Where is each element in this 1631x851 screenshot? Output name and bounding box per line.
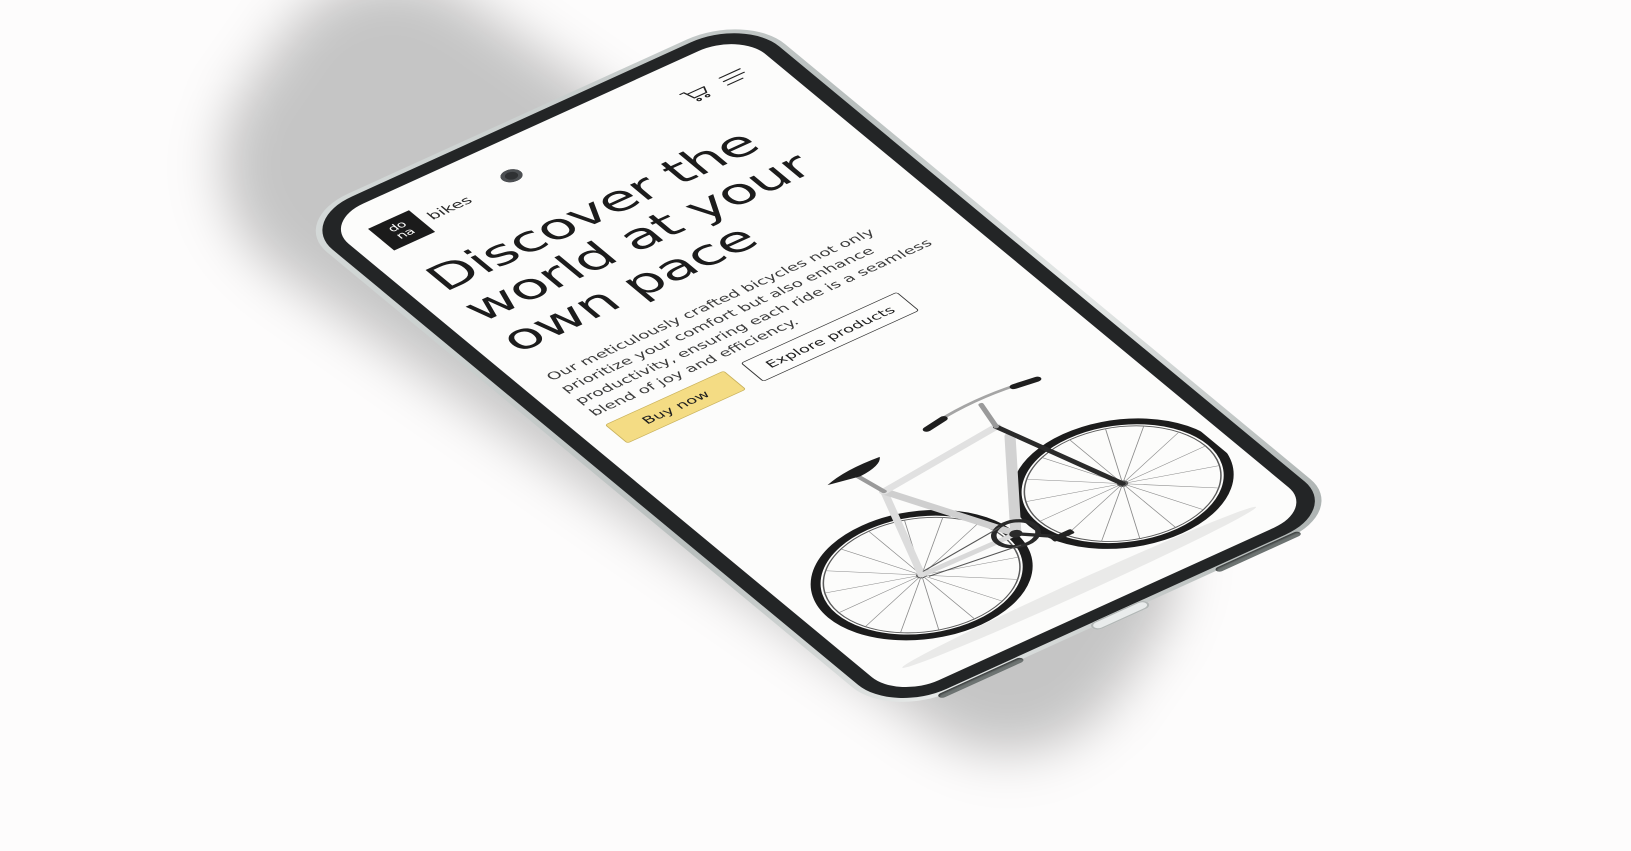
hamburger-menu-icon	[718, 68, 745, 86]
bike-saddle	[827, 456, 880, 486]
brand-logo[interactable]: do na	[368, 210, 436, 251]
bike-handlebar	[922, 376, 1042, 432]
brand-wordmark: bikes	[423, 194, 477, 223]
menu-button[interactable]	[711, 63, 757, 90]
cart-button[interactable]	[674, 80, 720, 107]
cart-icon	[679, 86, 711, 102]
mockup-stage: do na bikes Discover the world at your o…	[0, 0, 1631, 851]
bike-frame	[853, 423, 1126, 578]
